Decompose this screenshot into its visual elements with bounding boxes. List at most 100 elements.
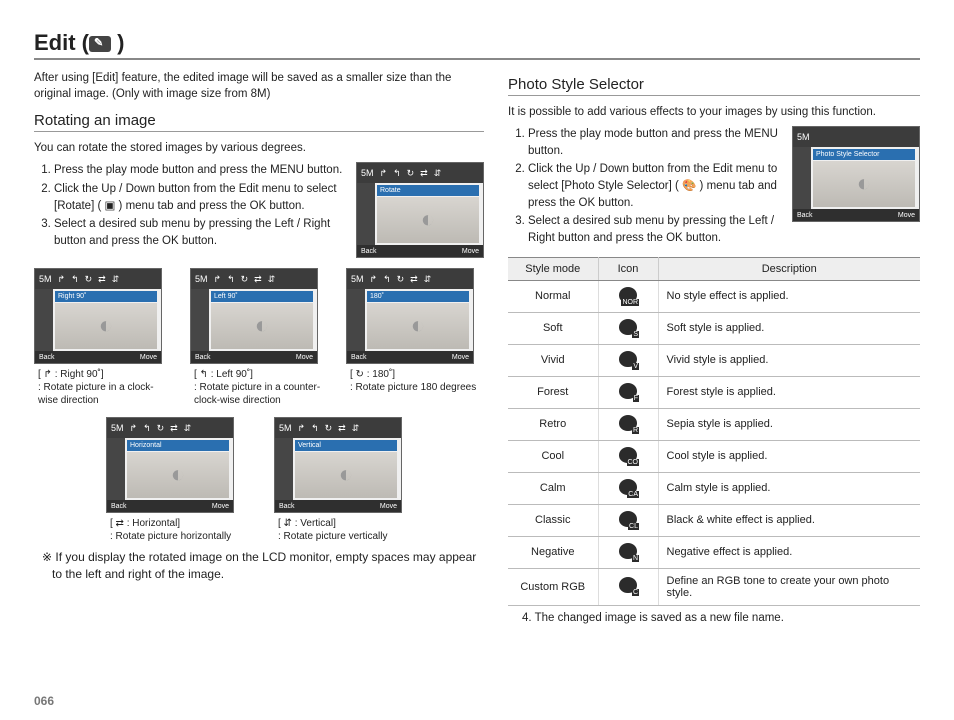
thumb-caption-desc: : Rotate picture in a counter-clock-wise… [194,382,320,406]
rotate-180-icon: ↻ [407,168,415,179]
left-column: After using [Edit] feature, the edited i… [34,70,484,624]
style-row: Custom RGBDefine an RGB tone to create y… [508,568,920,605]
lcd-back-label: Back [361,248,377,255]
thumb-caption-lead: [ ↰ : Left 90˚] [194,368,328,381]
style-icon-cell [598,472,658,504]
lcd-thumb-rotate-main: 5M↱↰↻⇄⇵ Rotate BackMove [356,162,484,258]
photostyle-step: Click the Up / Down button from the Edit… [528,161,780,211]
lcd-thumb: 5M↱↰↻⇄⇵180˚BackMove [346,268,474,364]
photostyle-footnote: 4. The changed image is saved as a new f… [522,612,920,624]
style-table-header-row: Style mode Icon Description [508,257,920,280]
rotate-right-icon: ↱ [380,168,388,179]
photostyle-step: Select a desired sub menu by pressing th… [528,213,780,246]
lcd-move-label: Move [462,248,479,255]
lcd-mode-label: Horizontal [127,440,229,451]
style-row: CalmCalm style is applied. [508,472,920,504]
style-mode-cell: Soft [508,312,598,344]
rotate-thumb-row-2: 5M↱↰↻⇄⇵HorizontalBackMove[ ⇄ : Horizonta… [34,417,484,543]
style-mode-cell: Cool [508,440,598,472]
palette-icon [619,351,637,367]
style-icon-cell [598,280,658,312]
palette-icon [619,383,637,399]
lcd-mode-label: Photo Style Selector [813,149,915,160]
page-number: 066 [34,694,54,708]
lcd-move-label: Move [452,354,469,361]
style-row: Retro Sepia style is applied. [508,408,920,440]
thumb-caption-lead: [ ↻ : 180˚] [350,368,484,381]
lcd-indicator: 5M [797,132,810,142]
lcd-mode-label: Vertical [295,440,397,451]
style-row: Soft Soft style is applied. [508,312,920,344]
rotation-note: ※ If you display the rotated image on th… [38,549,484,583]
title-suffix: ) [111,30,124,55]
lcd-thumb: 5M↱↰↻⇄⇵Right 90˚BackMove [34,268,162,364]
rotating-heading: Rotating an image [34,112,484,132]
style-desc-cell: Sepia style is applied. [658,408,920,440]
style-mode-cell: Forest [508,376,598,408]
rotate-thumb: 5M↱↰↻⇄⇵HorizontalBackMove[ ⇄ : Horizonta… [106,417,244,543]
rotating-step: Select a desired sub menu by pressing th… [54,216,346,249]
style-desc-cell: Black & white effect is applied. [658,504,920,536]
lcd-thumb-style-main: 5M Photo Style Selector Back Move [792,126,920,222]
intro-text: After using [Edit] feature, the edited i… [34,70,484,102]
style-icon-cell [598,440,658,472]
content-columns: After using [Edit] feature, the edited i… [34,70,920,624]
style-icon-cell [598,376,658,408]
palette-icon [619,577,637,593]
palette-icon [619,543,637,559]
thumb-caption: [ ↱ : Right 90˚]: Rotate picture in a cl… [34,368,172,407]
lcd-indicator: 5M [361,168,374,178]
rotate-left-icon: ↰ [393,168,401,179]
lcd-thumb: 5M↱↰↻⇄⇵Left 90˚BackMove [190,268,318,364]
flip-v-icon: ⇵ [434,168,442,179]
lcd-move-label: Move [296,354,313,361]
style-desc-cell: Soft style is applied. [658,312,920,344]
lcd-move-label: Move [212,503,229,510]
thumb-caption: [ ↻ : 180˚]: Rotate picture 180 degrees [346,368,484,394]
style-icon-cell [598,568,658,605]
style-icon-cell [598,344,658,376]
style-icon-cell [598,536,658,568]
rotating-steps-block: Press the play mode button and press the… [34,162,484,258]
rotating-step: Press the play mode button and press the… [54,162,346,179]
lcd-back-label: Back [195,354,211,361]
photostyle-steps-block: Press the play mode button and press the… [508,126,920,249]
style-mode-cell: Normal [508,280,598,312]
style-desc-cell: No style effect is applied. [658,280,920,312]
rotating-lead: You can rotate the stored images by vari… [34,140,484,156]
palette-icon [619,447,637,463]
style-mode-cell: Retro [508,408,598,440]
rotate-thumb: 5M↱↰↻⇄⇵180˚BackMove [ ↻ : 180˚]: Rotate p… [346,268,484,407]
style-row: Normal No style effect is applied. [508,280,920,312]
thumb-caption: [ ⇵ : Vertical]: Rotate picture vertical… [274,517,412,543]
lcd-indicator: 5M [195,274,208,284]
rotate-thumb: 5M↱↰↻⇄⇵Right 90˚BackMove [ ↱ : Right 90˚]… [34,268,172,407]
lcd-move-label: Move [380,503,397,510]
style-row: ForestForest style is applied. [508,376,920,408]
photostyle-heading: Photo Style Selector [508,76,920,96]
style-row: CoolCool style is applied. [508,440,920,472]
style-icon-cell [598,408,658,440]
lcd-back-label: Back [797,212,813,219]
style-row: VividVivid style is applied. [508,344,920,376]
lcd-back-label: Back [279,503,295,510]
palette-icon [619,479,637,495]
thumb-caption-desc: : Rotate picture vertically [278,531,388,542]
rotating-steps: Press the play mode button and press the… [54,162,346,249]
style-col-desc: Description [658,257,920,280]
right-column: Photo Style Selector It is possible to a… [508,70,920,624]
lcd-move-label: Move [898,212,915,219]
thumb-caption-lead: [ ⇄ : Horizontal] [110,517,244,530]
thumb-caption-lead: [ ↱ : Right 90˚] [38,368,172,381]
lcd-indicator: 5M [39,274,52,284]
thumb-caption-desc: : Rotate picture horizontally [110,531,231,542]
style-table: Style mode Icon Description Normal No sty… [508,257,920,606]
style-icon-cell [598,312,658,344]
palette-icon [619,415,637,431]
rotate-thumb: 5M↱↰↻⇄⇵VerticalBackMove[ ⇵ : Vertical]: … [274,417,412,543]
style-col-mode: Style mode [508,257,598,280]
rotating-step: Click the Up / Down button from the Edit… [54,181,346,214]
thumb-caption-desc: : Rotate picture 180 degrees [350,382,476,393]
palette-icon [619,319,637,335]
photostyle-lead: It is possible to add various effects to… [508,104,920,120]
